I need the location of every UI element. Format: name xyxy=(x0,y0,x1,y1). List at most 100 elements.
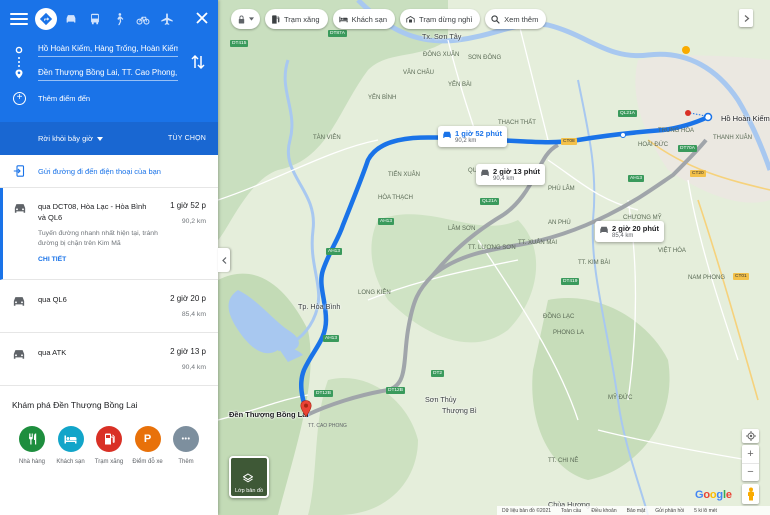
directions-diamond-icon xyxy=(39,12,53,26)
route-label-time: 2 giờ 13 phút xyxy=(493,167,541,176)
category-chips: Trạm xăng Khách sạn Trạm dừng nghỉ Xem t… xyxy=(231,9,547,29)
place-label: TT. LƯƠNG SƠN xyxy=(468,245,516,251)
car-icon xyxy=(443,131,451,138)
walking-mode-button[interactable] xyxy=(108,9,129,30)
road-shield: DT87A xyxy=(328,30,347,37)
place-label: AN PHÚ xyxy=(548,220,571,226)
road-shield: AH13 xyxy=(628,175,644,182)
layers-button[interactable]: Lớp bản đồ xyxy=(229,456,269,498)
my-location-button[interactable] xyxy=(742,429,759,443)
road-shield: DT12B xyxy=(386,387,405,394)
route-option[interactable]: qua DCT08, Hòa Lạc - Hòa Bình và QL6 1 g… xyxy=(0,188,218,280)
route-option[interactable]: qua QL6 2 giờ 20 p 85,4 km xyxy=(0,280,218,333)
route-label-distance: 90,2 km xyxy=(455,138,477,144)
add-destination-button[interactable]: + Thêm điểm đến xyxy=(0,88,90,108)
chip-label: Trạm dừng nghỉ xyxy=(419,14,473,24)
explore-label: Khách sạn xyxy=(56,459,85,465)
layers-label: Lớp bản đồ xyxy=(234,488,264,494)
menu-icon[interactable] xyxy=(10,10,28,28)
explore-parking-button[interactable]: P Điểm đỗ xe xyxy=(130,426,166,465)
route-options-button[interactable]: TÙY CHỌN xyxy=(168,135,206,142)
route-duration: 2 giờ 20 p xyxy=(170,294,206,303)
route-label-time: 2 giờ 20 phút xyxy=(612,224,660,233)
depart-time-dropdown[interactable]: Rời khỏi bây giờ xyxy=(38,134,103,143)
bus-icon xyxy=(90,13,99,25)
travel-mode-row xyxy=(0,0,218,38)
zoom-control: + − xyxy=(742,445,759,481)
road-shield: DT419 xyxy=(561,278,580,285)
city-label: Tp. Hòa Bình xyxy=(298,302,341,311)
best-route-mode-button[interactable] xyxy=(35,8,57,30)
origin-input[interactable]: Hồ Hoàn Kiếm, Hàng Trống, Hoàn Kiếm xyxy=(38,44,178,57)
place-label: MỸ ĐỨC xyxy=(608,395,633,401)
driving-mode-button[interactable] xyxy=(60,9,81,30)
route-distance: 90,2 km xyxy=(181,218,206,225)
city-label: Sơn Thủy xyxy=(425,395,457,404)
footer-link[interactable]: Bảo mật xyxy=(627,508,646,514)
place-label: TT. CHI NÊ xyxy=(548,458,579,464)
airplane-icon xyxy=(160,13,173,25)
route-label-main[interactable]: 1 giờ 52 phút 90,2 km xyxy=(438,126,508,147)
place-label: ĐỒNG LẠC xyxy=(543,314,575,320)
route-note: Tuyến đường nhanh nhất hiện tại, tránh đ… xyxy=(38,230,158,247)
zoom-out-button[interactable]: − xyxy=(742,464,759,482)
destination-label[interactable]: Đền Thượng Bồng Lai xyxy=(229,410,309,419)
chip-rest-stops[interactable]: Trạm dừng nghỉ xyxy=(400,9,481,29)
maps-app: Hồ Hoàn Kiếm, Hàng Trống, Hoàn Kiếm Đền … xyxy=(0,0,770,515)
caret-down-icon xyxy=(249,17,254,21)
depart-label: Rời khỏi bây giờ xyxy=(38,134,93,143)
explore-gas-button[interactable]: Trạm xăng xyxy=(91,426,127,465)
destination-pin-icon[interactable] xyxy=(300,400,312,417)
zoom-in-button[interactable]: + xyxy=(742,445,759,464)
hotel-icon xyxy=(57,426,84,452)
place-label: NAM PHONG xyxy=(688,275,726,281)
explore-label: Điểm đỗ xe xyxy=(132,459,163,465)
swap-icon[interactable] xyxy=(190,53,206,71)
chip-hotels[interactable]: Khách sạn xyxy=(332,9,396,29)
destination-input[interactable]: Đền Thượng Bồng Lai, TT. Cao Phong, C xyxy=(38,68,178,81)
place-label: YÊN BÌNH xyxy=(368,95,397,101)
collapse-arrow-button[interactable] xyxy=(739,9,753,27)
restaurant-icon xyxy=(19,426,45,452)
footer-link[interactable]: Gửi phản hồi xyxy=(655,508,684,514)
google-logo: Google xyxy=(695,489,732,501)
destination-field[interactable]: Đền Thượng Bồng Lai, TT. Cao Phong, C xyxy=(0,62,218,86)
route-label-alt[interactable]: 2 giờ 20 phút 85,4 km xyxy=(595,221,665,242)
send-to-phone-icon xyxy=(13,165,25,177)
origin-field[interactable]: Hồ Hoàn Kiếm, Hàng Trống, Hoàn Kiếm xyxy=(0,38,218,62)
car-icon xyxy=(13,350,25,359)
collapse-panel-button[interactable] xyxy=(218,248,230,272)
origin-label[interactable]: Hồ Hoàn Kiếm xyxy=(721,114,770,123)
origin-marker[interactable] xyxy=(703,112,713,122)
transit-mode-button[interactable] xyxy=(84,9,105,30)
place-label: TIẾN XUÂN xyxy=(388,172,421,178)
explore-label: Thêm xyxy=(178,459,194,465)
lock-chip[interactable] xyxy=(231,9,260,29)
route-label-alt[interactable]: 2 giờ 13 phút 90,4 km xyxy=(476,164,546,185)
car-icon xyxy=(13,297,25,306)
footer-link[interactable]: Toàn cầu xyxy=(561,508,581,514)
cycling-mode-button[interactable] xyxy=(132,9,153,30)
chip-gas-stations[interactable]: Trạm xăng xyxy=(265,9,328,29)
route-option[interactable]: qua ATK 2 giờ 13 p 90,4 km xyxy=(0,333,218,386)
destination-pin-icon xyxy=(15,69,23,79)
chip-more[interactable]: Xem thêm xyxy=(485,9,547,29)
close-icon[interactable] xyxy=(194,10,210,26)
map-canvas[interactable]: Tx. Sơn Tây Tp. Hòa Bình Sơn Thủy Thượng… xyxy=(218,0,770,515)
explore-restaurants-button[interactable]: Nhà hàng xyxy=(14,426,50,465)
flight-mode-button[interactable] xyxy=(156,9,177,30)
destination-sublabel: TT. CAO PHONG xyxy=(308,423,347,429)
route-distance: 85,4 km xyxy=(181,311,206,318)
send-to-phone-link[interactable]: Gửi đường đi đến điện thoại của bạn xyxy=(0,155,218,188)
explore-label: Trạm xăng xyxy=(94,459,124,465)
explore-more-button[interactable]: ••• Thêm xyxy=(168,426,204,465)
explore-title: Khám phá Đền Thượng Bồng Lai xyxy=(12,400,138,410)
footer-link[interactable]: Điều khoản xyxy=(591,508,616,514)
pegman-icon xyxy=(747,487,754,501)
road-shield: AH13 xyxy=(323,335,339,342)
place-label: PHONG LA xyxy=(553,330,585,336)
route-details-link[interactable]: CHI TIẾT xyxy=(38,256,206,263)
street-view-pegman[interactable] xyxy=(742,484,759,504)
place-label: LÂM SƠN xyxy=(448,226,476,232)
explore-hotels-button[interactable]: Khách sạn xyxy=(53,426,89,465)
